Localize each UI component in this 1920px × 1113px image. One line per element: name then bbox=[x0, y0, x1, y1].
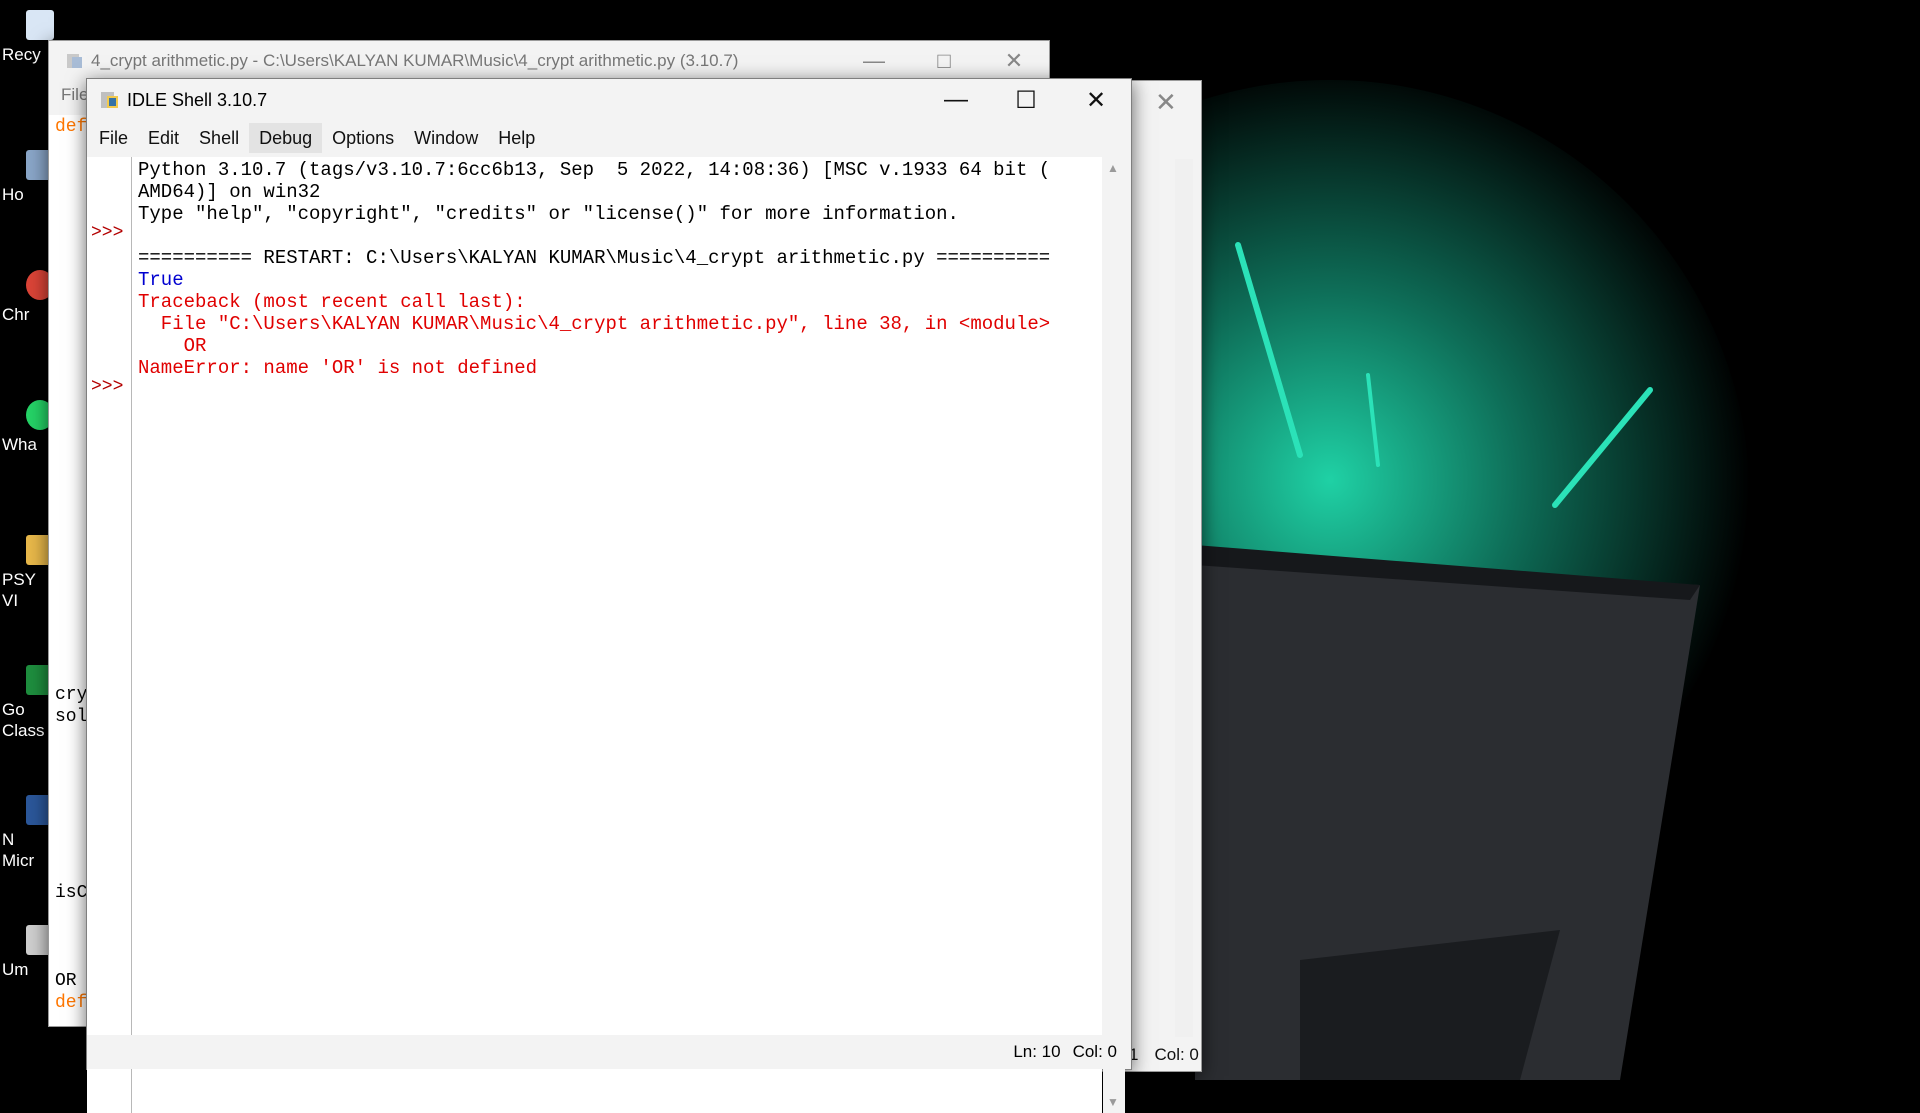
shell-line: NameError: name 'OR' is not defined bbox=[138, 357, 538, 379]
status-line: Ln: 10 bbox=[1013, 1042, 1061, 1061]
menu-file[interactable]: File bbox=[89, 123, 138, 153]
shell-prompt: >>> bbox=[91, 223, 124, 243]
shell-line: File "C:\Users\KALYAN KUMAR\Music\4_cryp… bbox=[138, 313, 1051, 335]
shell-prompt: >>> bbox=[91, 377, 124, 397]
shell-titlebar[interactable]: IDLE Shell 3.10.7 — ☐ ✕ bbox=[87, 79, 1131, 121]
recycle-bin-icon bbox=[26, 10, 54, 40]
editor-menubar: File bbox=[49, 85, 88, 113]
code-fragment: def bbox=[55, 993, 88, 1013]
close-icon[interactable]: ✕ bbox=[1155, 87, 1177, 118]
shell-line: Type "help", "copyright", "credits" or "… bbox=[138, 203, 959, 225]
shell-line: Python 3.10.7 (tags/v3.10.7:6cc6b13, Sep… bbox=[138, 159, 1051, 181]
code-fragment: isC bbox=[55, 883, 88, 903]
scroll-up-icon[interactable]: ▲ bbox=[1107, 161, 1119, 175]
editor-titlebar[interactable]: 4_crypt arithmetic.py - C:\Users\KALYAN … bbox=[49, 41, 1049, 81]
shell-line: AMD64)] on win32 bbox=[138, 181, 321, 203]
vertical-scrollbar[interactable]: ▲ ▼ bbox=[1103, 157, 1125, 1113]
code-fragment: cry bbox=[55, 685, 88, 705]
shell-line: ========== RESTART: C:\Users\KALYAN KUMA… bbox=[138, 247, 1051, 269]
shell-menubar: File Edit Shell Debug Options Window Hel… bbox=[87, 121, 1131, 155]
status-col: Col: 0 bbox=[1154, 1045, 1199, 1064]
menu-debug[interactable]: Debug bbox=[249, 123, 323, 153]
scroll-down-icon[interactable]: ▼ bbox=[1107, 1095, 1119, 1109]
menu-window[interactable]: Window bbox=[404, 123, 488, 153]
menu-options[interactable]: Options bbox=[322, 123, 404, 153]
menu-edit[interactable]: Edit bbox=[138, 123, 189, 153]
code-fragment: def bbox=[55, 117, 88, 137]
menu-shell[interactable]: Shell bbox=[189, 123, 249, 153]
minimize-icon[interactable]: — bbox=[839, 48, 909, 74]
menu-help[interactable]: Help bbox=[488, 123, 545, 153]
vertical-scrollbar[interactable] bbox=[1175, 159, 1193, 1037]
shell-title: IDLE Shell 3.10.7 bbox=[127, 89, 268, 110]
maximize-icon[interactable]: ☐ bbox=[991, 86, 1061, 115]
python-icon bbox=[101, 92, 118, 108]
shell-line: Traceback (most recent call last): bbox=[138, 291, 526, 313]
menu-file[interactable]: File bbox=[61, 85, 88, 104]
shell-line: OR bbox=[138, 335, 207, 357]
python-icon bbox=[67, 54, 82, 68]
prompt-sidebar: >>> >>> bbox=[87, 157, 132, 1113]
minimize-icon[interactable]: — bbox=[921, 86, 991, 115]
status-col: Col: 0 bbox=[1072, 1042, 1117, 1061]
close-icon[interactable]: ✕ bbox=[1061, 86, 1131, 115]
code-fragment: sol bbox=[55, 707, 88, 727]
close-icon[interactable]: ✕ bbox=[979, 48, 1049, 74]
editor-title: 4_crypt arithmetic.py - C:\Users\KALYAN … bbox=[91, 51, 739, 70]
editor-code-area[interactable]: def cry sol isC OR def bbox=[49, 115, 89, 1026]
statusbar: Ln: 10 Col: 0 bbox=[87, 1035, 1131, 1069]
shell-output[interactable]: Python 3.10.7 (tags/v3.10.7:6cc6b13, Sep… bbox=[132, 157, 1102, 1113]
code-fragment: OR bbox=[55, 971, 77, 991]
shell-line: True bbox=[138, 269, 184, 291]
maximize-icon[interactable]: □ bbox=[909, 48, 979, 74]
idle-shell-window[interactable]: IDLE Shell 3.10.7 — ☐ ✕ File Edit Shell … bbox=[86, 78, 1132, 1113]
